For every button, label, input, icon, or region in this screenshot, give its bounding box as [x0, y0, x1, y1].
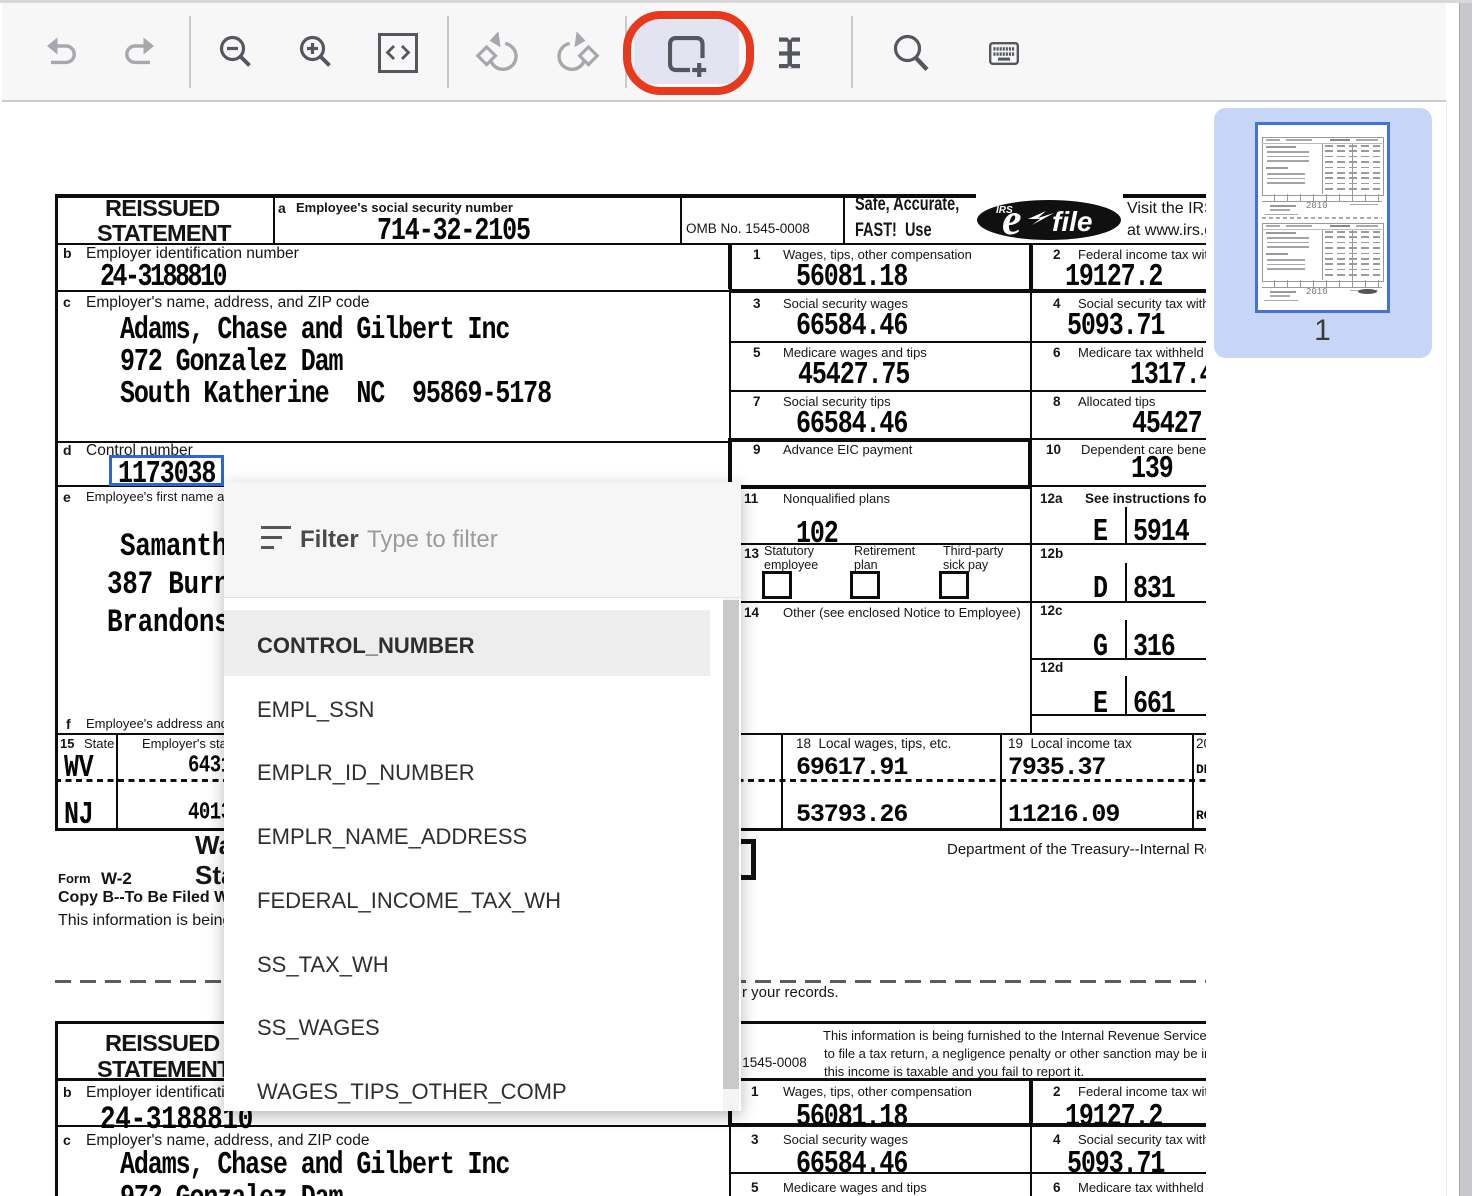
- svg-text:e: e: [1002, 195, 1022, 243]
- svg-text:IRS: IRS: [996, 205, 1013, 216]
- svg-text:file: file: [1052, 206, 1092, 237]
